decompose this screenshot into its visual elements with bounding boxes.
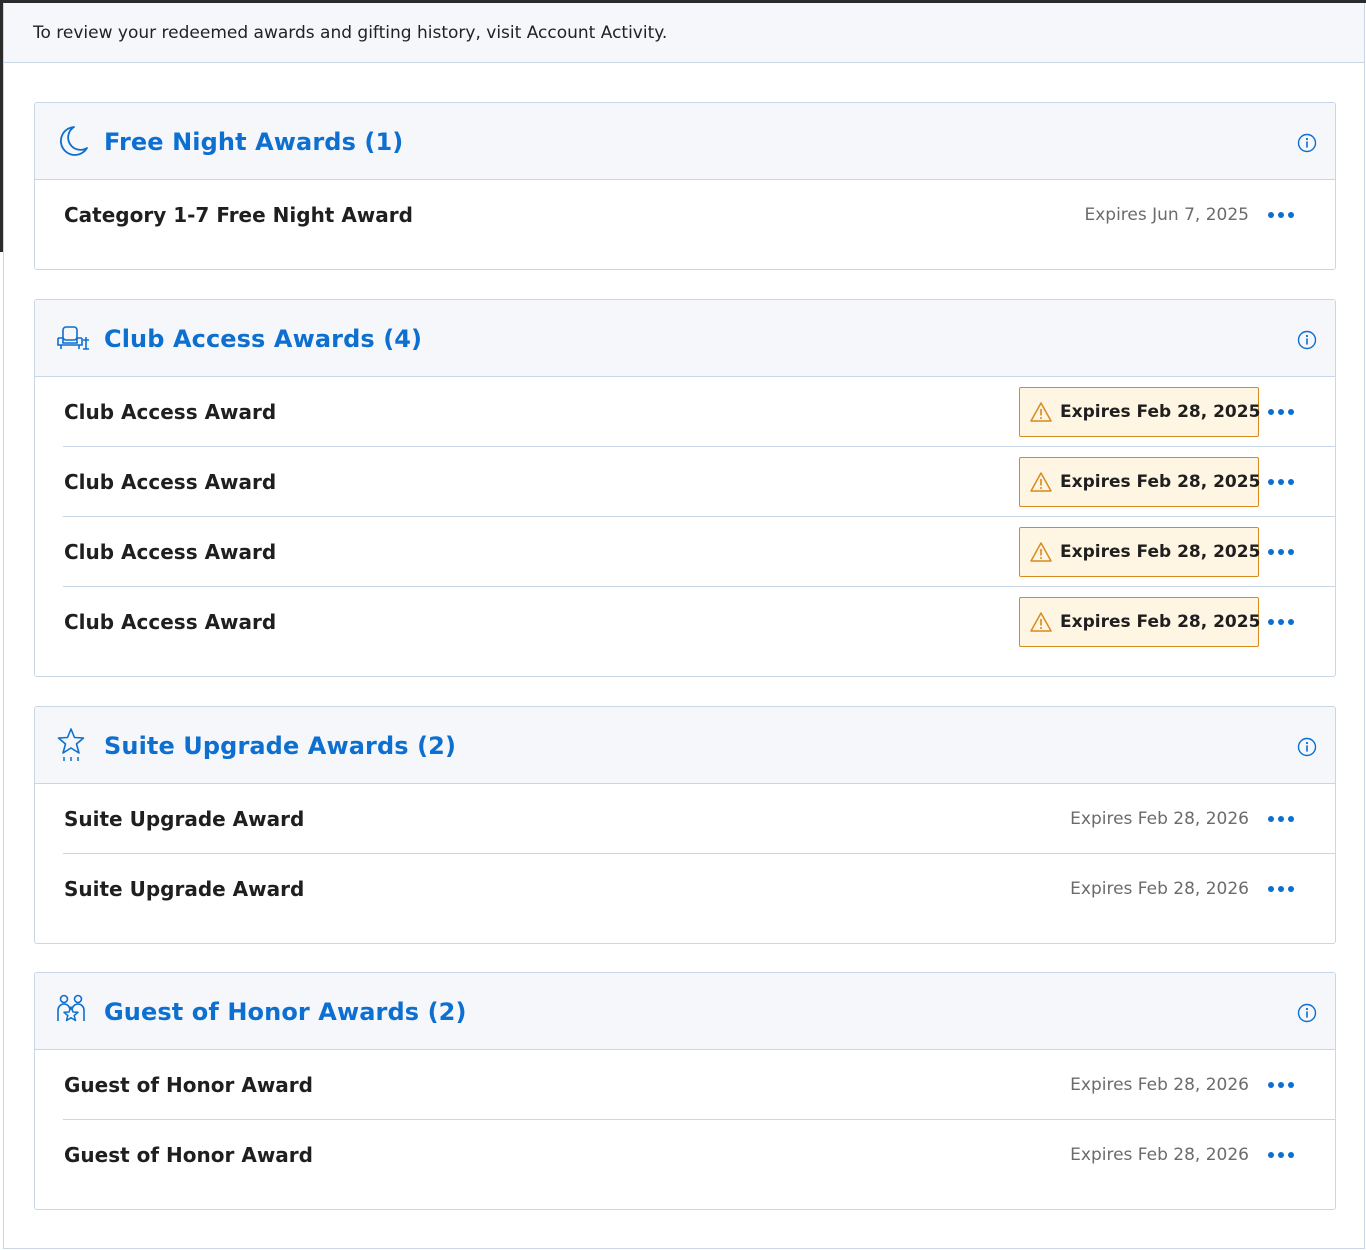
award-expiry: Expires Jun 7, 2025 [1084, 205, 1249, 225]
suite-upgrade-awards-title: Suite Upgrade Awards (2) [104, 731, 457, 760]
award-expiry: Expires Feb 28, 2026 [1070, 1075, 1249, 1095]
more-options-button[interactable] [1261, 399, 1301, 425]
more-dots-icon [1268, 816, 1274, 822]
awards-page: To review your redeemed awards and gifti… [0, 0, 1366, 1250]
award-row[interactable]: Guest of Honor Award Expires Feb 28, 202… [63, 1050, 1335, 1120]
more-dots-icon [1278, 549, 1284, 555]
guests-icon [57, 994, 85, 1022]
more-dots-icon [1288, 816, 1294, 822]
more-dots-icon [1288, 549, 1294, 555]
award-name: Category 1-7 Free Night Award [64, 203, 413, 227]
more-options-button[interactable] [1261, 1142, 1301, 1168]
more-dots-icon [1278, 1082, 1284, 1088]
more-options-button[interactable] [1261, 609, 1301, 635]
more-dots-icon [1278, 1152, 1284, 1158]
warning-icon [1030, 402, 1052, 422]
expiry-warning-badge: Expires Feb 28, 2025 [1019, 457, 1261, 507]
more-dots-icon [1268, 886, 1274, 892]
warning-icon [1030, 472, 1052, 492]
award-row[interactable]: Suite Upgrade Award Expires Feb 28, 2026 [63, 854, 1335, 924]
award-name: Suite Upgrade Award [64, 877, 305, 901]
moon-icon [59, 126, 88, 156]
club-access-awards-card: Club Access Awards (4) Club Access Award [34, 299, 1336, 677]
more-dots-icon [1278, 409, 1284, 415]
award-row[interactable]: Club Access Award Expires Feb 28, 2025 [63, 587, 1335, 657]
more-dots-icon [1278, 212, 1284, 218]
award-name: Guest of Honor Award [64, 1073, 313, 1097]
more-dots-icon [1268, 409, 1274, 415]
guest-of-honor-awards-header[interactable]: Guest of Honor Awards (2) [35, 973, 1335, 1050]
more-dots-icon [1268, 212, 1274, 218]
more-dots-icon [1278, 479, 1284, 485]
more-options-button[interactable] [1261, 202, 1301, 228]
award-row[interactable]: Suite Upgrade Award Expires Feb 28, 2026 [63, 784, 1335, 854]
more-options-button[interactable] [1261, 539, 1301, 565]
more-dots-icon [1288, 1152, 1294, 1158]
more-options-button[interactable] [1261, 876, 1301, 902]
award-expiry: Expires Feb 28, 2025 [1060, 542, 1261, 562]
award-row[interactable]: Category 1-7 Free Night Award Expires Ju… [63, 180, 1335, 250]
award-row[interactable]: Guest of Honor Award Expires Feb 28, 202… [63, 1120, 1335, 1190]
warning-icon [1030, 612, 1052, 632]
award-name: Club Access Award [64, 540, 277, 564]
club-access-awards-title: Club Access Awards (4) [104, 324, 423, 353]
award-expiry: Expires Feb 28, 2025 [1060, 402, 1261, 422]
free-night-awards-card: Free Night Awards (1) Category 1-7 Free … [34, 102, 1336, 270]
more-dots-icon [1268, 479, 1274, 485]
award-name: Club Access Award [64, 470, 277, 494]
award-row[interactable]: Club Access Award Expires Feb 28, 2025 [63, 377, 1335, 447]
more-options-button[interactable] [1261, 469, 1301, 495]
award-expiry: Expires Feb 28, 2025 [1060, 472, 1261, 492]
awards-panel: To review your redeemed awards and gifti… [3, 3, 1365, 1249]
expiry-warning-badge: Expires Feb 28, 2025 [1019, 527, 1261, 577]
more-dots-icon [1268, 1152, 1274, 1158]
armchair-icon [57, 326, 89, 350]
more-dots-icon [1278, 816, 1284, 822]
more-dots-icon [1288, 479, 1294, 485]
award-row[interactable]: Club Access Award Expires Feb 28, 2025 [63, 517, 1335, 587]
free-night-awards-title: Free Night Awards (1) [104, 127, 404, 156]
info-icon[interactable] [1297, 133, 1317, 153]
more-dots-icon [1268, 619, 1274, 625]
star-icon [57, 728, 85, 761]
warning-icon [1030, 542, 1052, 562]
expiry-warning-badge: Expires Feb 28, 2025 [1019, 387, 1261, 437]
more-dots-icon [1288, 619, 1294, 625]
expiry-warning-badge: Expires Feb 28, 2025 [1019, 597, 1261, 647]
notice-text: To review your redeemed awards and gifti… [33, 22, 668, 43]
suite-upgrade-awards-card: Suite Upgrade Awards (2) Suite Upgrade A… [34, 706, 1336, 944]
more-dots-icon [1278, 619, 1284, 625]
more-dots-icon [1278, 886, 1284, 892]
info-icon[interactable] [1297, 330, 1317, 350]
free-night-awards-header[interactable]: Free Night Awards (1) [35, 103, 1335, 180]
more-dots-icon [1288, 409, 1294, 415]
award-expiry: Expires Feb 28, 2026 [1070, 1145, 1249, 1165]
guest-of-honor-awards-title: Guest of Honor Awards (2) [104, 997, 467, 1026]
club-access-awards-header[interactable]: Club Access Awards (4) [35, 300, 1335, 377]
award-name: Club Access Award [64, 400, 277, 424]
account-activity-notice: To review your redeemed awards and gifti… [4, 3, 1364, 63]
more-dots-icon [1288, 212, 1294, 218]
award-expiry: Expires Feb 28, 2026 [1070, 809, 1249, 829]
suite-upgrade-awards-header[interactable]: Suite Upgrade Awards (2) [35, 707, 1335, 784]
award-row[interactable]: Club Access Award Expires Feb 28, 2025 [63, 447, 1335, 517]
award-name: Guest of Honor Award [64, 1143, 313, 1167]
more-options-button[interactable] [1261, 1072, 1301, 1098]
award-name: Club Access Award [64, 610, 277, 634]
award-expiry: Expires Feb 28, 2026 [1070, 879, 1249, 899]
more-dots-icon [1288, 1082, 1294, 1088]
more-options-button[interactable] [1261, 806, 1301, 832]
award-expiry: Expires Feb 28, 2025 [1060, 612, 1261, 632]
more-dots-icon [1268, 1082, 1274, 1088]
info-icon[interactable] [1297, 1003, 1317, 1023]
info-icon[interactable] [1297, 737, 1317, 757]
guest-of-honor-awards-card: Guest of Honor Awards (2) Guest of Honor… [34, 972, 1336, 1210]
award-name: Suite Upgrade Award [64, 807, 305, 831]
more-dots-icon [1288, 886, 1294, 892]
more-dots-icon [1268, 549, 1274, 555]
